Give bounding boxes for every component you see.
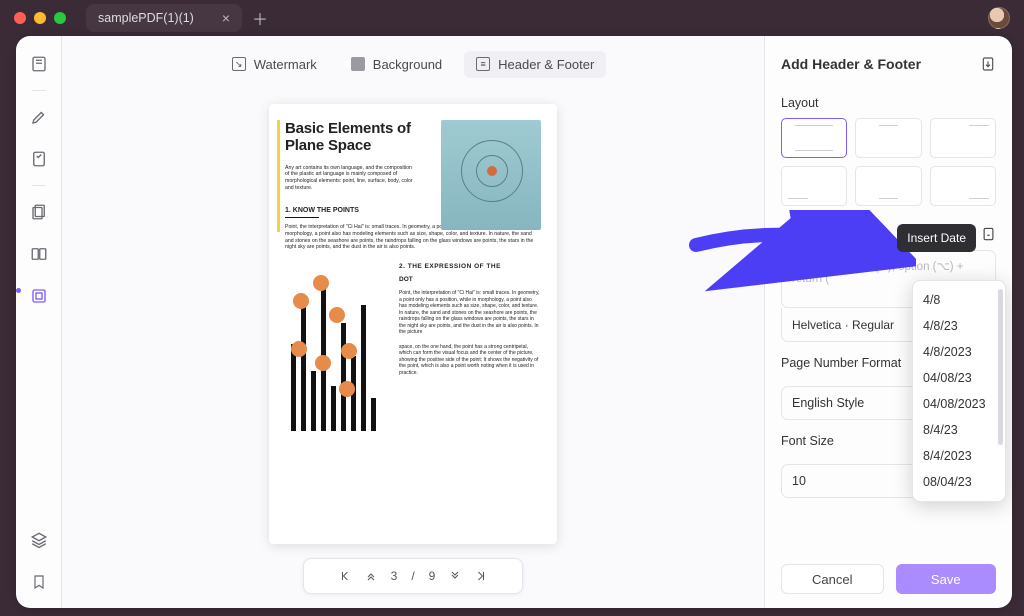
page-number-format-value: English Style (792, 396, 864, 410)
insert-page-icon[interactable] (981, 226, 996, 242)
date-format-dropdown: 4/8 4/8/23 4/8/2023 04/08/23 04/08/2023 … (912, 280, 1006, 502)
layout-option-4[interactable] (781, 166, 847, 206)
doc-body-2b: space, on the one hand, the point has a … (399, 344, 541, 377)
date-option[interactable]: 04/08/23 (913, 365, 1005, 391)
accent-bar (277, 120, 280, 232)
new-tab-button[interactable]: ＋ (252, 6, 268, 30)
layers-icon[interactable] (29, 530, 49, 550)
edit-page-icon[interactable] (29, 286, 49, 306)
titlebar: samplePDF(1)(1) × ＋ (0, 0, 1024, 36)
reader-icon[interactable] (29, 54, 49, 74)
compare-icon[interactable] (29, 244, 49, 264)
tab-background[interactable]: Background (339, 51, 454, 78)
first-page-button[interactable] (339, 570, 351, 582)
tab-background-label: Background (373, 57, 442, 72)
annotate-icon[interactable] (29, 149, 49, 169)
font-value: Helvetica · Regular (792, 318, 894, 332)
layout-label: Layout (781, 96, 996, 110)
edit-mode-tabs: ↘ Watermark Background ≡ Header & Footer (220, 42, 607, 86)
doc-title: Basic Elements of Plane Space (285, 120, 425, 155)
font-size-select[interactable]: 10 ▾ (781, 464, 932, 498)
date-option[interactable]: 4/8/23 (913, 313, 1005, 339)
document-area: ↘ Watermark Background ≡ Header & Footer… (62, 36, 764, 608)
date-option[interactable]: 8/4/23 (913, 417, 1005, 443)
tab-watermark[interactable]: ↘ Watermark (220, 51, 329, 78)
watermark-icon: ↘ (232, 57, 246, 71)
tab-header-footer-label: Header & Footer (498, 57, 594, 72)
panel-title: Add Header & Footer (781, 56, 996, 72)
layout-option-2[interactable] (855, 118, 921, 158)
date-option[interactable]: 4/8 (913, 287, 1005, 313)
window-controls (14, 12, 66, 24)
date-option[interactable]: 08/04/23 (913, 469, 1005, 495)
tool-rail (16, 36, 62, 608)
pages-icon[interactable] (29, 202, 49, 222)
date-option[interactable]: 8/4/2023 (913, 443, 1005, 469)
layout-option-3[interactable] (930, 118, 996, 158)
tab-title: samplePDF(1)(1) (98, 11, 194, 25)
date-option[interactable]: 4/8/2023 (913, 339, 1005, 365)
close-tab-icon[interactable]: × (222, 10, 230, 26)
dropdown-scrollbar[interactable] (998, 289, 1003, 445)
highlighter-icon[interactable] (29, 107, 49, 127)
insert-date-tooltip: Insert Date (897, 224, 976, 252)
prev-page-button[interactable] (365, 570, 377, 582)
doc-image-2 (285, 263, 389, 431)
date-option[interactable]: 04/08/2023 (913, 391, 1005, 417)
header-footer-panel: Add Header & Footer Layout Content (764, 36, 1012, 608)
doc-intro: Any art contains its own language, and t… (285, 165, 415, 192)
minimize-window-button[interactable] (34, 12, 46, 24)
layout-option-1[interactable] (781, 118, 847, 158)
page-navigator: 3 / 9 (303, 558, 523, 594)
last-page-button[interactable] (475, 570, 487, 582)
content-label: Content (781, 227, 825, 241)
tab-watermark-label: Watermark (254, 57, 317, 72)
doc-h2-2: 2. THE EXPRESSION OF THE (399, 263, 541, 271)
cancel-button[interactable]: Cancel (781, 564, 884, 594)
current-page[interactable]: 3 (391, 569, 398, 583)
doc-image-1 (441, 120, 541, 230)
maximize-window-button[interactable] (54, 12, 66, 24)
layout-grid (781, 118, 996, 206)
background-icon (351, 57, 365, 71)
layout-option-5[interactable] (855, 166, 921, 206)
tab-header-footer[interactable]: ≡ Header & Footer (464, 51, 606, 78)
doc-body-2a: Point, the interpretation of "Ci Hai" is… (399, 290, 541, 336)
header-footer-icon: ≡ (476, 57, 490, 71)
export-icon[interactable] (980, 56, 996, 72)
document-tab[interactable]: samplePDF(1)(1) × (86, 4, 242, 32)
bookmark-icon[interactable] (29, 572, 49, 592)
close-window-button[interactable] (14, 12, 26, 24)
user-avatar[interactable] (988, 7, 1010, 29)
next-page-button[interactable] (449, 570, 461, 582)
page-sep: / (411, 569, 414, 583)
font-size-value: 10 (792, 474, 806, 488)
layout-option-6[interactable] (930, 166, 996, 206)
page-preview: Basic Elements of Plane Space Any art co… (269, 104, 557, 544)
save-button[interactable]: Save (896, 564, 997, 594)
app-window: ↘ Watermark Background ≡ Header & Footer… (16, 36, 1012, 608)
total-pages: 9 (429, 569, 436, 583)
